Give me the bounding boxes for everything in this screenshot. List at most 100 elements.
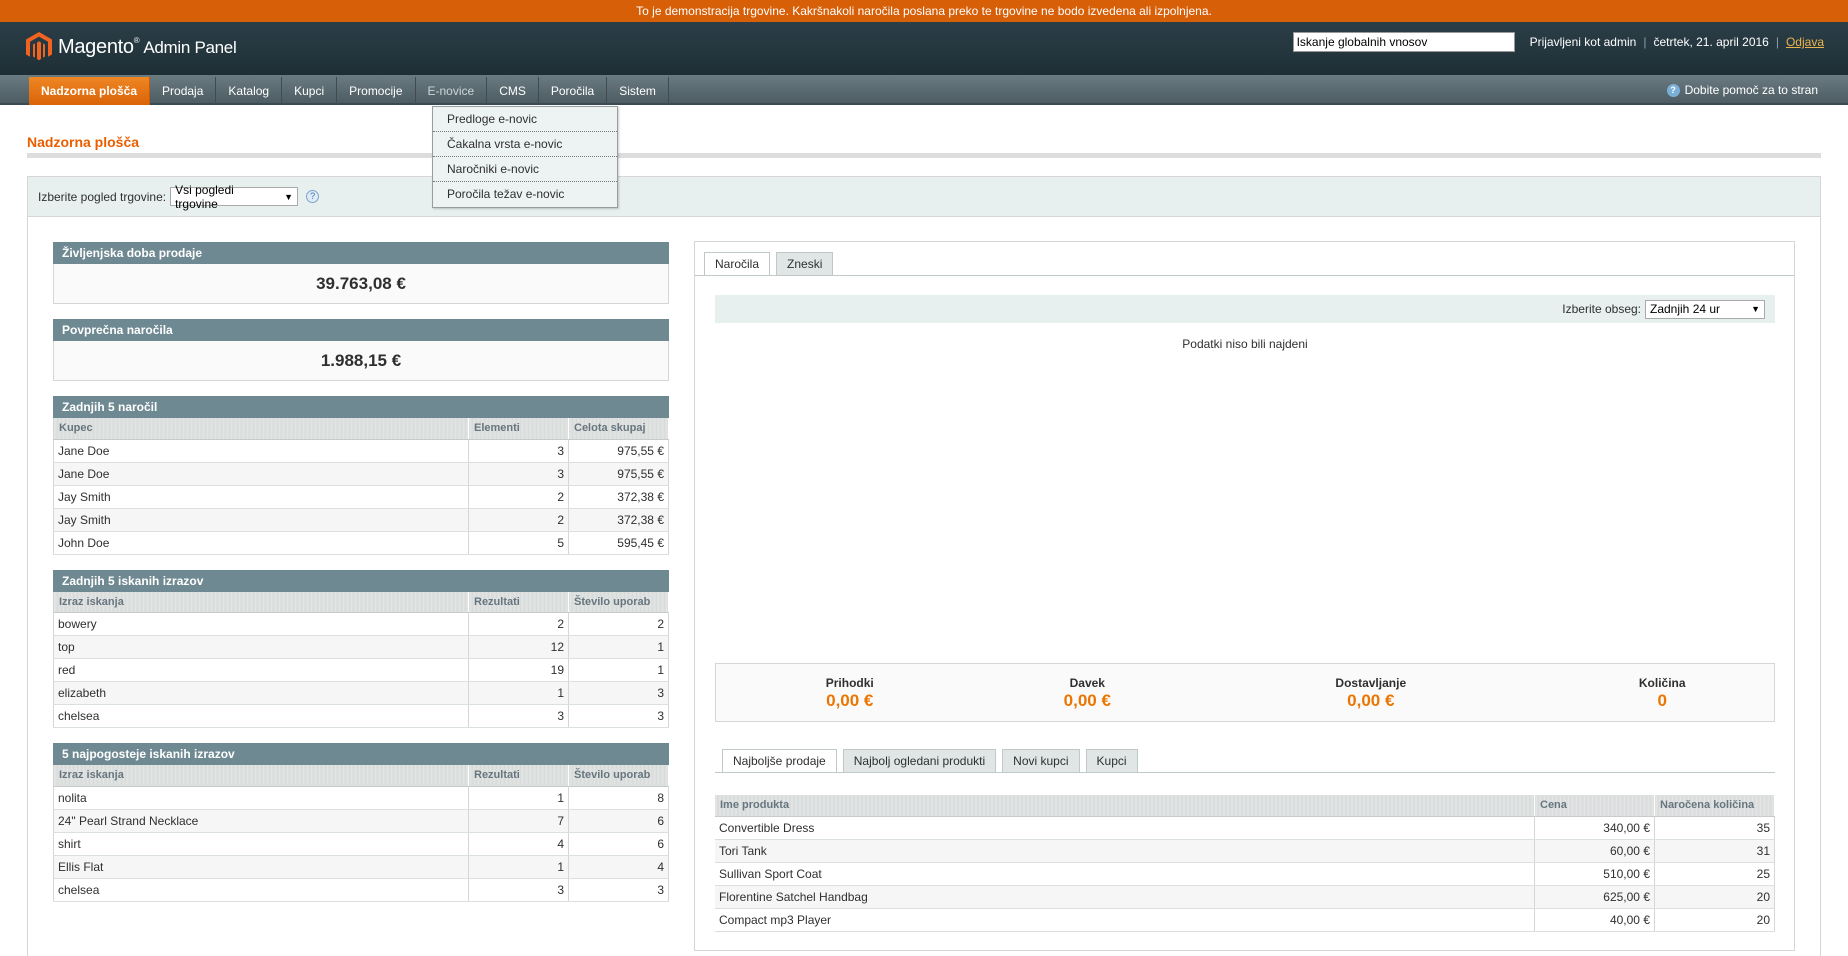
column-header[interactable]: Rezultati (468, 765, 569, 787)
range-bar: Izberite obseg: Zadnjih 24 ur ▼ (715, 295, 1775, 323)
top-searches-header: 5 najpogosteje iskanih izrazov (53, 743, 669, 765)
newsletter-dropdown: Predloge e-novic Čakalna vrsta e-novic N… (432, 106, 618, 208)
cell: Compact mp3 Player (715, 908, 1535, 932)
cell: 60,00 € (1534, 839, 1655, 863)
nav-item-cms[interactable]: CMS (487, 77, 539, 105)
cell: 4 (468, 832, 569, 856)
cell: 6 (568, 809, 669, 833)
cell: John Doe (53, 531, 469, 555)
cell: 19 (468, 658, 569, 682)
tab-most-viewed[interactable]: Najbolj ogledani produkti (842, 749, 997, 773)
column-header[interactable]: Kupec (53, 418, 469, 440)
menu-item-newsletter-templates[interactable]: Predloge e-novic (433, 107, 617, 132)
table-row[interactable]: Florentine Satchel Handbag 625,00 €20 (715, 885, 1775, 909)
global-search-input[interactable] (1292, 32, 1515, 52)
range-select[interactable]: Zadnjih 24 ur ▼ (1645, 299, 1765, 319)
cell: 24" Pearl Strand Necklace (53, 809, 469, 833)
table-row[interactable]: Tori Tank 60,00 €31 (715, 839, 1775, 863)
cell: 372,38 € (568, 508, 669, 532)
cell: 8 (568, 786, 669, 810)
cell: 3 (468, 704, 569, 728)
help-icon[interactable]: ? (306, 190, 320, 203)
nav-item-newsletter[interactable]: E-novice (416, 77, 488, 105)
cell: elizabeth (53, 681, 469, 705)
nav-item-promotions[interactable]: Promocije (337, 77, 416, 105)
column-header[interactable]: Rezultati (468, 591, 569, 613)
column-header[interactable]: Izraz iskanja (53, 591, 469, 613)
bottom-tabs: Najboljše prodaje Najbolj ogledani produ… (722, 749, 1144, 773)
nav-item-customers[interactable]: Kupci (282, 77, 338, 105)
cell: 3 (568, 704, 669, 728)
table-row[interactable]: red 19 1 (53, 658, 669, 682)
tab-bestsellers[interactable]: Najboljše prodaje (722, 749, 837, 773)
tab-new-customers[interactable]: Novi kupci (1002, 749, 1080, 773)
cell: 20 (1654, 885, 1775, 909)
nav-item-catalog[interactable]: Katalog (216, 77, 283, 105)
nav-item-reports[interactable]: Poročila (539, 77, 608, 105)
table-row[interactable]: Jane Doe 3 975,55 € (53, 439, 669, 463)
cell: 3 (468, 878, 569, 902)
nav-item-dashboard[interactable]: Nadzorna plošča (29, 77, 151, 105)
table-row[interactable]: top 12 1 (53, 635, 669, 659)
column-header[interactable]: Izraz iskanja (53, 765, 469, 787)
cell: 5 (468, 531, 569, 555)
table-row[interactable]: chelsea 3 3 (53, 704, 669, 728)
column-header[interactable]: Število uporab (568, 765, 669, 787)
cell: red (53, 658, 469, 682)
cell: 1 (568, 658, 669, 682)
table-row[interactable]: John Doe 5 595,45 € (53, 531, 669, 555)
tab-amounts[interactable]: Zneski (776, 252, 834, 276)
column-header[interactable]: Elementi (468, 418, 569, 440)
column-header[interactable]: Število uporab (568, 591, 669, 613)
table-row[interactable]: shirt 4 6 (53, 832, 669, 856)
menu-item-newsletter-queue[interactable]: Čakalna vrsta e-novic (433, 132, 617, 157)
logout-link[interactable]: Odjava (1786, 35, 1824, 49)
table-row[interactable]: Sullivan Sport Coat 510,00 €25 (715, 862, 1775, 886)
cell: bowery (53, 612, 469, 636)
last-orders-table: Kupec Elementi Celota skupaj Jane Doe 3 97… (53, 418, 669, 555)
cell: 2 (568, 612, 669, 636)
menu-item-newsletter-problem-reports[interactable]: Poročila težav e-novic (433, 182, 617, 207)
table-row[interactable]: Jay Smith 2 372,38 € (53, 485, 669, 509)
cell: 40,00 € (1534, 908, 1655, 932)
tab-customers[interactable]: Kupci (1085, 749, 1138, 773)
tab-orders[interactable]: Naročila (704, 252, 771, 276)
table-row[interactable]: chelsea 3 3 (53, 878, 669, 902)
table-row[interactable]: 24" Pearl Strand Necklace 7 6 (53, 809, 669, 833)
store-view-select[interactable]: Vsi pogledi trgovine ▼ (170, 183, 299, 211)
cell: 2 (468, 508, 569, 532)
store-switcher: Izberite pogled trgovine: Vsi pogledi tr… (27, 176, 1821, 217)
bestsellers-grid: Ime produkta Cena Naročena količina Conv… (715, 795, 1775, 947)
cell: 1 (468, 681, 569, 705)
page-title: Nadzorna plošča (27, 134, 140, 150)
column-header[interactable]: Naročena količina (1654, 795, 1775, 817)
total-value: 0,00 € (1347, 691, 1395, 710)
table-row[interactable]: Jay Smith 2 372,38 € (53, 508, 669, 532)
table-row[interactable]: nolita 1 8 (53, 786, 669, 810)
range-value: Zadnjih 24 ur (1650, 302, 1721, 316)
total-tax: Davek 0,00 € (984, 664, 1192, 721)
table-row[interactable]: bowery 2 2 (53, 612, 669, 636)
table-row[interactable]: elizabeth 1 3 (53, 681, 669, 705)
help-link[interactable]: ? Dobite pomoč za to stran (1666, 75, 1818, 105)
menu-item-newsletter-subscribers[interactable]: Naročniki e-novic (433, 157, 617, 182)
total-label: Količina (1638, 676, 1686, 690)
table-row[interactable]: Jane Doe 3 975,55 € (53, 462, 669, 486)
total-label: Davek (1069, 676, 1105, 690)
column-header[interactable]: Cena (1534, 795, 1655, 817)
column-header[interactable]: Ime produkta (715, 795, 1535, 817)
column-header[interactable]: Celota skupaj (568, 418, 669, 440)
cell: 975,55 € (568, 462, 669, 486)
cell: Jay Smith (53, 485, 469, 509)
logo[interactable]: Magento® Admin Panel (26, 32, 237, 62)
table-row[interactable]: Compact mp3 Player 40,00 €20 (715, 908, 1775, 932)
chart-panel: Naročila Zneski Izberite obseg: Zadnjih … (694, 241, 1795, 951)
nav-item-sales[interactable]: Prodaja (150, 77, 217, 105)
cell: top (53, 635, 469, 659)
total-value: 0,00 € (826, 691, 874, 710)
separator: | (1775, 35, 1779, 49)
table-row[interactable]: Ellis Flat 1 4 (53, 855, 669, 879)
cell: 1 (568, 635, 669, 659)
nav-item-system[interactable]: Sistem (607, 77, 669, 105)
table-row[interactable]: Convertible Dress 340,00 €35 (715, 816, 1775, 840)
